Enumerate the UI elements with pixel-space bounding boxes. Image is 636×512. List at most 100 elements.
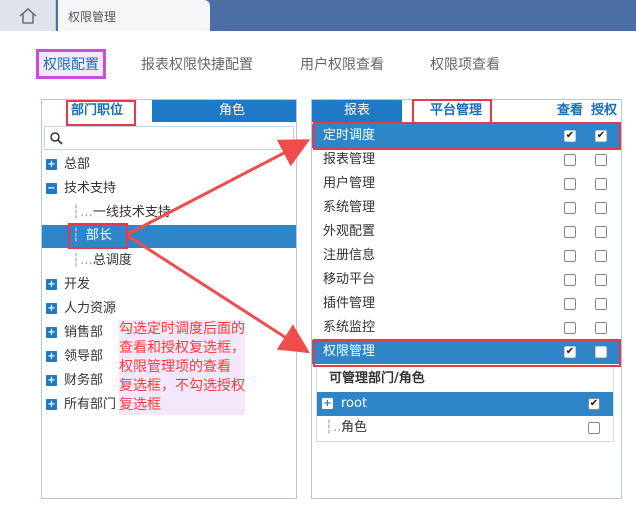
- permission-row[interactable]: 移动平台: [312, 268, 619, 292]
- highlight-tab-department: [66, 100, 136, 126]
- tab-role-label: 角色: [218, 103, 245, 118]
- tree-item-tech-support[interactable]: − 技术支持: [46, 178, 116, 200]
- expand-icon[interactable]: +: [46, 159, 57, 170]
- tab-report-quick-config-label: 报表权限快捷配置: [141, 57, 253, 73]
- authorize-checkbox[interactable]: [595, 154, 607, 166]
- tree-item-dev[interactable]: + 开发: [46, 274, 90, 296]
- column-header-authorize: 授权: [586, 100, 622, 122]
- permission-row[interactable]: 注册信息: [312, 244, 619, 268]
- manageable-department-role-label: 可管理部门/角色: [329, 371, 425, 386]
- authorize-checkbox[interactable]: [595, 226, 607, 238]
- tab-user-permission-view-label: 用户权限查看: [300, 57, 384, 73]
- manageable-department-role-header: 可管理部门/角色: [316, 366, 614, 390]
- tree-search-input[interactable]: [44, 126, 294, 150]
- sub-item-root-label: root: [341, 396, 368, 411]
- tree-item-frontline-support[interactable]: ┆…一线技术支持: [72, 202, 171, 224]
- tree-item-hr[interactable]: + 人力资源: [46, 298, 116, 320]
- page-tab-label: 权限管理: [68, 10, 117, 24]
- authorize-checkbox[interactable]: [595, 274, 607, 286]
- view-checkbox[interactable]: [564, 250, 576, 262]
- tree-item-tech-support-label: 技术支持: [64, 181, 117, 196]
- highlight-scheduled-task-row: [313, 122, 621, 150]
- sub-item-role-label: 角色: [341, 420, 368, 435]
- expand-icon[interactable]: +: [46, 375, 57, 386]
- tree-item-dev-label: 开发: [64, 277, 91, 292]
- home-button[interactable]: [0, 0, 56, 31]
- authorize-checkbox[interactable]: [595, 298, 607, 310]
- tree-connector: ┆…: [72, 253, 93, 268]
- expand-icon[interactable]: +: [46, 327, 57, 338]
- tree-item-sales-label: 销售部: [64, 325, 104, 340]
- view-checkbox[interactable]: [564, 202, 576, 214]
- permission-row-label: 报表管理: [323, 152, 376, 167]
- permission-row-label: 移动平台: [323, 272, 376, 287]
- tree-item-leadership[interactable]: + 领导部: [46, 346, 103, 368]
- home-icon: [18, 7, 37, 24]
- authorize-checkbox[interactable]: [595, 322, 607, 334]
- view-checkbox[interactable]: [564, 322, 576, 334]
- permission-row-label: 用户管理: [323, 176, 376, 191]
- tree-item-frontline-support-label: 一线技术支持: [92, 205, 171, 220]
- highlight-tab-platform: [412, 99, 492, 124]
- tab-role[interactable]: 角色: [168, 100, 296, 122]
- tree-item-all-departments[interactable]: + 所有部门: [46, 394, 116, 416]
- expand-icon[interactable]: +: [46, 303, 57, 314]
- tree-item-leadership-label: 领导部: [64, 349, 104, 364]
- tab-user-permission-view[interactable]: 用户权限查看: [300, 50, 384, 80]
- expand-icon[interactable]: +: [46, 351, 57, 362]
- tab-report[interactable]: 报表: [312, 100, 402, 122]
- authorize-checkbox[interactable]: [595, 250, 607, 262]
- view-checkbox[interactable]: [564, 274, 576, 286]
- permission-row[interactable]: 系统管理: [312, 196, 619, 220]
- column-header-view-label: 查看: [556, 103, 583, 118]
- tab-report-quick-config[interactable]: 报表权限快捷配置: [141, 50, 253, 80]
- expand-icon[interactable]: +: [46, 279, 57, 290]
- tree-item-hq[interactable]: + 总部: [46, 154, 90, 176]
- authorize-checkbox[interactable]: [595, 178, 607, 190]
- tab-permission-item-view-label: 权限项查看: [430, 57, 500, 73]
- column-header-authorize-label: 授权: [590, 103, 617, 118]
- tree-connector: ┆…: [72, 205, 93, 220]
- tree-item-dispatch[interactable]: ┆…总调度: [72, 250, 132, 272]
- column-header-view: 查看: [553, 100, 587, 122]
- tree-item-hq-label: 总部: [64, 157, 91, 172]
- tree-item-finance-label: 财务部: [64, 373, 104, 388]
- tree-item-dispatch-label: 总调度: [92, 253, 132, 268]
- permission-row[interactable]: 系统监控: [312, 316, 619, 340]
- sub-item-root[interactable]: + root ✔: [317, 392, 613, 416]
- permission-row[interactable]: 报表管理: [312, 148, 619, 172]
- tab-report-label: 报表: [343, 103, 370, 118]
- tree-item-sales[interactable]: + 销售部: [46, 322, 103, 344]
- tree-item-hr-label: 人力资源: [64, 301, 117, 316]
- view-checkbox[interactable]: [564, 226, 576, 238]
- sub-checkbox-role[interactable]: [588, 422, 600, 434]
- sub-item-role[interactable]: ┆… 角色: [317, 416, 613, 440]
- highlight-permission-management-row: [313, 339, 621, 367]
- permission-row[interactable]: 用户管理: [312, 172, 619, 196]
- manageable-department-role-list: + root ✔ ┆… 角色: [316, 390, 614, 442]
- tab-permission-config-label: 权限配置: [43, 57, 99, 73]
- tab-permission-item-view[interactable]: 权限项查看: [430, 50, 500, 80]
- permission-row[interactable]: 插件管理: [312, 292, 619, 316]
- expand-icon[interactable]: +: [46, 399, 57, 410]
- permission-row-label: 外观配置: [323, 224, 376, 239]
- view-checkbox[interactable]: [564, 154, 576, 166]
- permission-row-label: 系统监控: [323, 320, 376, 335]
- highlight-director: [68, 223, 128, 249]
- tree-item-all-departments-label: 所有部门: [64, 397, 117, 412]
- sub-checkbox-root[interactable]: ✔: [588, 398, 600, 410]
- instruction-annotation: 勾选定时调度后面的 查看和授权复选框， 权限管理项的查看 复选框，不勾选授权 复…: [119, 320, 245, 415]
- page-tab[interactable]: 权限管理: [58, 0, 210, 31]
- tree-item-finance[interactable]: + 财务部: [46, 370, 103, 392]
- view-checkbox[interactable]: [564, 178, 576, 190]
- permission-row[interactable]: 外观配置: [312, 220, 619, 244]
- permission-row-label: 插件管理: [323, 296, 376, 311]
- permission-row-label: 系统管理: [323, 200, 376, 215]
- collapse-icon[interactable]: −: [46, 183, 57, 194]
- expand-icon[interactable]: +: [322, 398, 333, 409]
- tab-permission-config[interactable]: 权限配置: [36, 49, 106, 79]
- search-icon: [50, 132, 63, 145]
- view-checkbox[interactable]: [564, 298, 576, 310]
- authorize-checkbox[interactable]: [595, 202, 607, 214]
- permission-row-label: 注册信息: [323, 248, 376, 263]
